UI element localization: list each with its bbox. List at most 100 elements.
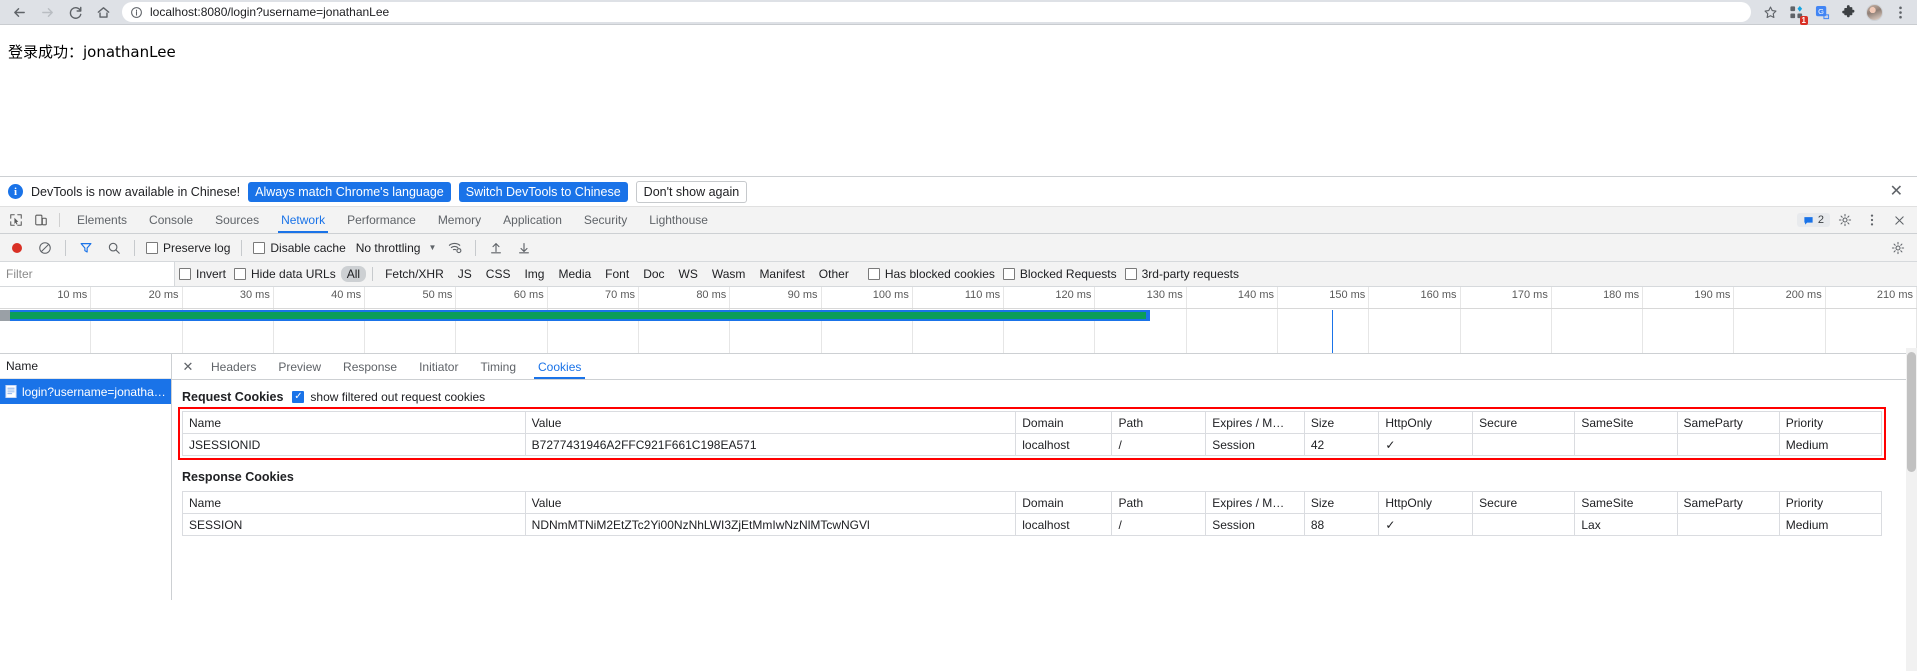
always-match-language-button[interactable]: Always match Chrome's language <box>248 181 451 202</box>
col-samesite[interactable]: SameSite <box>1574 411 1678 434</box>
col-expires[interactable]: Expires / M… <box>1205 411 1305 434</box>
col-priority[interactable]: Priority <box>1778 491 1883 514</box>
devtools-settings-button[interactable] <box>1833 209 1857 231</box>
detail-tab-response[interactable]: Response <box>332 354 408 379</box>
col-path[interactable]: Path <box>1111 411 1207 434</box>
third-party-requests-checkbox[interactable]: 3rd-party requests <box>1121 267 1243 281</box>
col-value[interactable]: Value <box>524 411 1017 434</box>
table-header-row: Name Value Domain Path Expires / M… Size… <box>182 491 1883 514</box>
col-name[interactable]: Name <box>182 411 526 434</box>
tab-network[interactable]: Network <box>270 207 336 233</box>
preserve-log-checkbox[interactable]: Preserve log <box>142 241 234 255</box>
inspect-element-button[interactable] <box>3 207 28 233</box>
network-overview-timeline[interactable]: 10 ms 20 ms 30 ms 40 ms 50 ms 60 ms 70 ms 80 ms… <box>0 287 1917 354</box>
import-har-button[interactable] <box>483 236 509 260</box>
invert-checkbox[interactable]: Invert <box>175 267 230 281</box>
filter-type-img[interactable]: Img <box>518 266 550 282</box>
clear-button[interactable] <box>32 236 58 260</box>
translate-button[interactable]: G <box>1811 1 1833 23</box>
filter-type-doc[interactable]: Doc <box>637 266 670 282</box>
tab-elements[interactable]: Elements <box>66 207 138 233</box>
detail-tab-preview[interactable]: Preview <box>267 354 332 379</box>
tab-performance[interactable]: Performance <box>336 207 427 233</box>
col-sameparty[interactable]: SameParty <box>1676 491 1780 514</box>
devtools-close-button[interactable] <box>1887 209 1911 231</box>
disable-cache-checkbox[interactable]: Disable cache <box>249 241 349 255</box>
request-row-login[interactable]: login?username=jonatha… <box>0 379 171 404</box>
filter-type-ws[interactable]: WS <box>673 266 704 282</box>
filter-type-css[interactable]: CSS <box>480 266 517 282</box>
filter-type-js[interactable]: JS <box>452 266 478 282</box>
devtools-more-button[interactable] <box>1860 209 1884 231</box>
table-row[interactable]: SESSION NDNmMTNiM2EtZTc2Yi00NzNhLWI3ZjEt… <box>182 513 1883 536</box>
col-samesite[interactable]: SameSite <box>1574 491 1678 514</box>
show-filtered-cookies-checkbox[interactable]: show filtered out request cookies <box>292 390 485 404</box>
profile-button[interactable] <box>1863 1 1885 23</box>
col-secure[interactable]: Secure <box>1472 411 1576 434</box>
col-httponly[interactable]: HttpOnly <box>1378 411 1474 434</box>
device-toolbar-button[interactable] <box>28 207 53 233</box>
search-button[interactable] <box>101 236 127 260</box>
filter-type-fetch-xhr[interactable]: Fetch/XHR <box>379 266 450 282</box>
detail-tab-headers[interactable]: Headers <box>200 354 267 379</box>
col-path[interactable]: Path <box>1111 491 1207 514</box>
detail-tab-initiator[interactable]: Initiator <box>408 354 469 379</box>
extensions-button[interactable] <box>1837 1 1859 23</box>
col-priority[interactable]: Priority <box>1778 411 1883 434</box>
throttling-select[interactable]: No throttling ▼ <box>352 241 441 255</box>
blocked-requests-checkbox[interactable]: Blocked Requests <box>999 267 1121 281</box>
switch-devtools-to-chinese-button[interactable]: Switch DevTools to Chinese <box>458 181 628 202</box>
tab-application[interactable]: Application <box>492 207 573 233</box>
filter-type-other[interactable]: Other <box>813 266 855 282</box>
col-value[interactable]: Value <box>524 491 1017 514</box>
has-blocked-cookies-checkbox[interactable]: Has blocked cookies <box>864 267 999 281</box>
record-button[interactable] <box>4 236 30 260</box>
col-name[interactable]: Name <box>182 491 526 514</box>
banner-close-icon[interactable]: ✕ <box>1884 183 1909 200</box>
tab-lighthouse[interactable]: Lighthouse <box>638 207 719 233</box>
dont-show-again-button[interactable]: Don't show again <box>635 180 748 203</box>
col-secure[interactable]: Secure <box>1472 491 1576 514</box>
col-size[interactable]: Size <box>1303 411 1380 434</box>
export-har-button[interactable] <box>511 236 537 260</box>
filter-input[interactable] <box>0 262 175 286</box>
chrome-menu-button[interactable] <box>1889 1 1911 23</box>
info-icon: i <box>8 184 23 199</box>
message-count-chip[interactable]: 2 <box>1796 213 1830 227</box>
overview-event-marker <box>1332 310 1334 353</box>
network-conditions-button[interactable] <box>442 236 468 260</box>
table-row[interactable]: JSESSIONID B7277431946A2FFC921F661C198EA… <box>182 433 1883 456</box>
address-bar[interactable]: localhost:8080/login?username=jonathanLe… <box>122 2 1751 22</box>
col-expires[interactable]: Expires / M… <box>1205 491 1305 514</box>
filter-type-all[interactable]: All <box>340 266 367 282</box>
site-info-icon[interactable] <box>130 6 143 19</box>
reload-button[interactable] <box>62 1 88 23</box>
back-button[interactable] <box>6 1 32 23</box>
apps-button[interactable]: 1 <box>1785 1 1808 25</box>
filter-type-manifest[interactable]: Manifest <box>753 266 810 282</box>
col-sameparty[interactable]: SameParty <box>1676 411 1780 434</box>
detail-close-button[interactable]: ✕ <box>176 354 200 379</box>
col-domain[interactable]: Domain <box>1015 411 1113 434</box>
forward-button[interactable] <box>34 1 60 23</box>
home-button[interactable] <box>90 1 116 23</box>
network-settings-button[interactable] <box>1885 236 1911 260</box>
tab-memory[interactable]: Memory <box>427 207 492 233</box>
tab-sources[interactable]: Sources <box>204 207 270 233</box>
bookmark-button[interactable] <box>1759 1 1781 23</box>
filter-type-wasm[interactable]: Wasm <box>706 266 752 282</box>
tab-security[interactable]: Security <box>573 207 638 233</box>
tab-console[interactable]: Console <box>138 207 204 233</box>
col-domain[interactable]: Domain <box>1015 491 1113 514</box>
filter-toggle-button[interactable] <box>73 236 99 260</box>
col-size[interactable]: Size <box>1303 491 1380 514</box>
scrollbar-thumb[interactable] <box>1907 352 1916 472</box>
vertical-scrollbar[interactable] <box>1906 348 1917 671</box>
detail-tab-cookies[interactable]: Cookies <box>527 354 592 379</box>
detail-tab-timing[interactable]: Timing <box>469 354 527 379</box>
filter-type-font[interactable]: Font <box>599 266 635 282</box>
network-filter-bar: Invert Hide data URLs All Fetch/XHR JS C… <box>0 262 1917 287</box>
filter-type-media[interactable]: Media <box>552 266 597 282</box>
col-httponly[interactable]: HttpOnly <box>1378 491 1474 514</box>
hide-data-urls-checkbox[interactable]: Hide data URLs <box>230 267 340 281</box>
